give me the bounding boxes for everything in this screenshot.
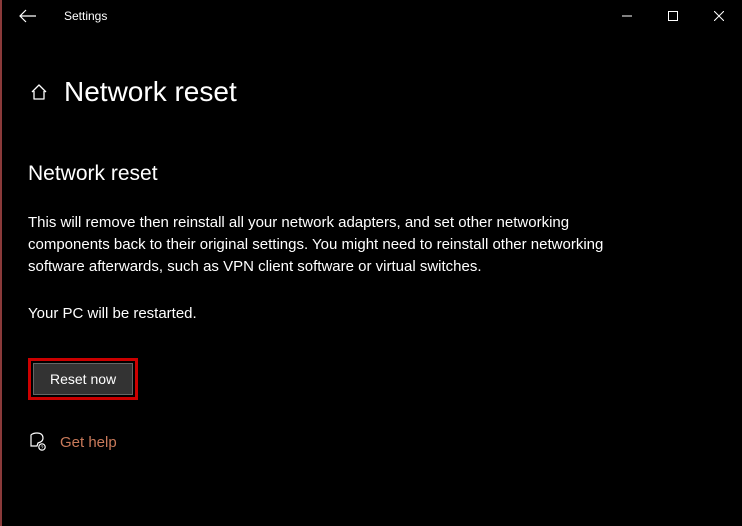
close-icon: [714, 11, 724, 21]
back-button[interactable]: [10, 0, 46, 32]
minimize-icon: [622, 11, 632, 21]
page-title: Network reset: [64, 76, 237, 108]
arrow-left-icon: [19, 9, 37, 23]
reset-button-highlight: Reset now: [28, 358, 138, 400]
help-row: ? Get help: [28, 432, 722, 452]
titlebar: Settings: [2, 0, 742, 32]
maximize-icon: [668, 11, 678, 21]
window-title: Settings: [64, 9, 107, 23]
help-icon: ?: [28, 432, 48, 452]
page-header: Network reset: [28, 76, 722, 108]
home-icon: [28, 81, 50, 103]
content-area: Network reset Network reset This will re…: [2, 32, 742, 452]
close-button[interactable]: [696, 0, 742, 32]
section-title: Network reset: [28, 162, 722, 186]
description-text: This will remove then reinstall all your…: [28, 212, 618, 277]
window-controls: [604, 0, 742, 32]
reset-now-button[interactable]: Reset now: [33, 363, 133, 395]
svg-text:?: ?: [41, 446, 44, 452]
get-help-link[interactable]: Get help: [60, 434, 117, 451]
minimize-button[interactable]: [604, 0, 650, 32]
titlebar-left: Settings: [10, 0, 107, 32]
maximize-button[interactable]: [650, 0, 696, 32]
restart-notice: Your PC will be restarted.: [28, 305, 722, 322]
